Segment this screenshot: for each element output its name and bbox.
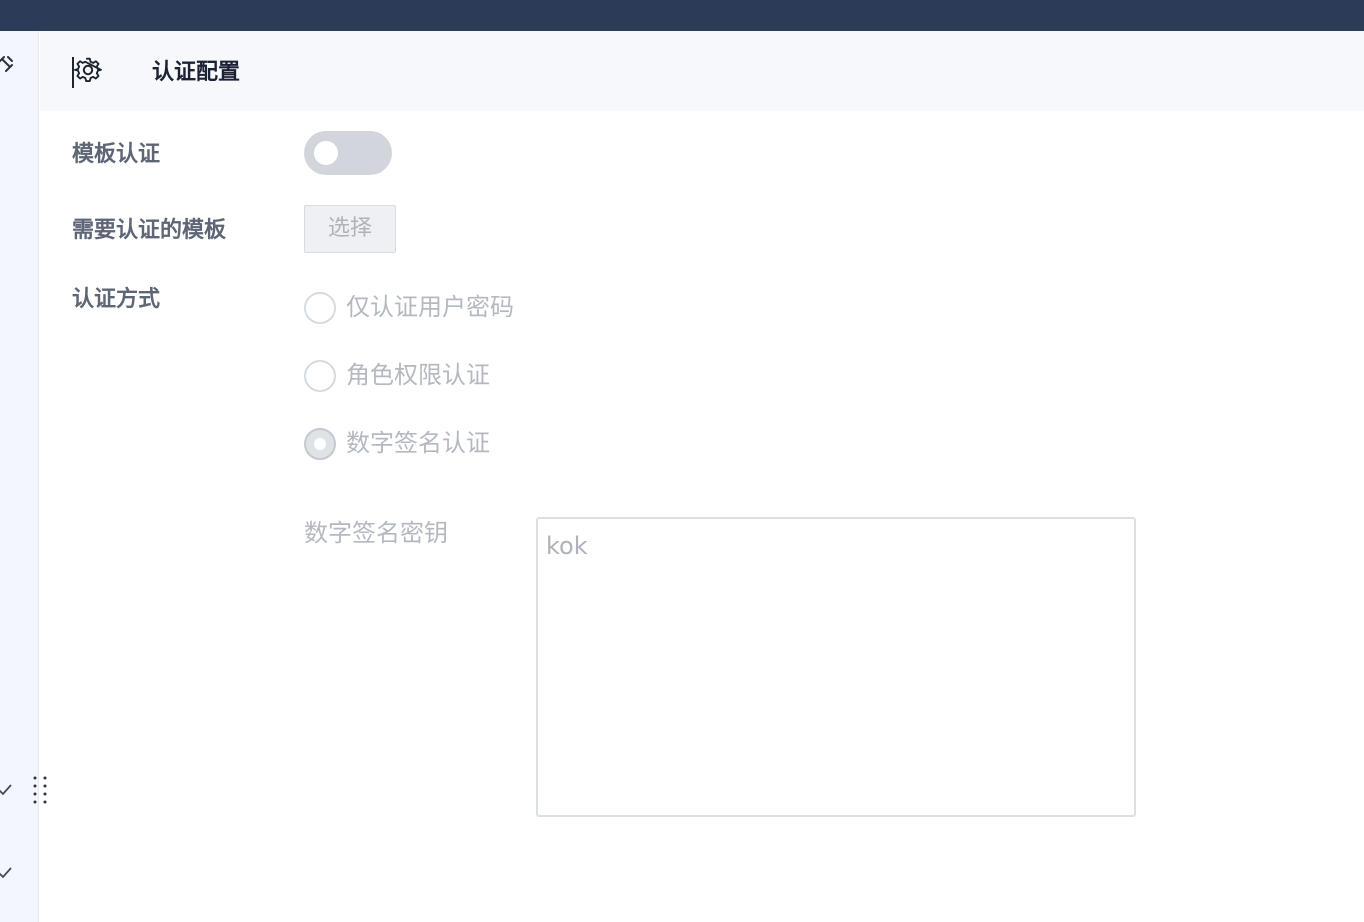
checkmark-icon — [0, 784, 12, 796]
radio-dot — [314, 438, 326, 450]
signature-key-label: 数字签名密钥 — [304, 519, 448, 547]
signature-key-textarea[interactable]: kok — [536, 517, 1136, 817]
radio-button-selected[interactable] — [304, 428, 336, 460]
gear-icon — [74, 57, 102, 82]
unlink-icon[interactable] — [0, 53, 16, 75]
drag-handle-icon[interactable] — [32, 776, 48, 804]
radio-button[interactable] — [304, 292, 336, 324]
checkmark-icon — [0, 867, 12, 879]
template-auth-label: 模板认证 — [72, 142, 161, 167]
toggle-knob — [314, 141, 338, 165]
radio-label: 角色权限认证 — [346, 361, 490, 389]
radio-button[interactable] — [304, 360, 336, 392]
templates-required-label: 需要认证的模板 — [72, 218, 227, 243]
auth-method-label: 认证方式 — [72, 287, 161, 312]
select-templates-button[interactable]: 选择 — [304, 205, 396, 253]
radio-label: 仅认证用户密码 — [346, 293, 514, 321]
radio-label: 数字签名认证 — [346, 429, 490, 457]
top-bar — [0, 0, 1364, 31]
page-title: 认证配置 — [152, 60, 241, 85]
template-auth-toggle[interactable] — [304, 131, 392, 175]
